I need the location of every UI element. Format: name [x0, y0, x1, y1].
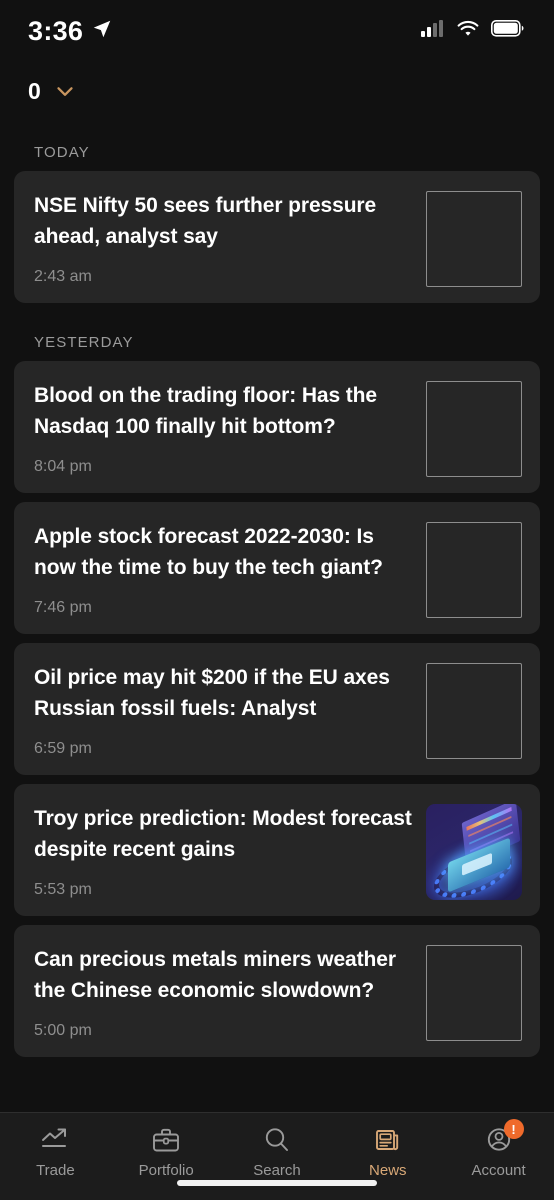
tab-label: Trade	[36, 1162, 75, 1179]
news-card-body: Can precious metals miners weather the C…	[34, 945, 412, 1040]
news-card-body: NSE Nifty 50 sees further pressure ahead…	[34, 191, 412, 286]
news-thumbnail-placeholder	[426, 381, 522, 477]
news-card[interactable]: Oil price may hit $200 if the EU axes Ru…	[14, 643, 540, 775]
news-thumbnail-placeholder	[426, 945, 522, 1041]
account-alert-badge: !	[503, 1119, 524, 1139]
tab-portfolio[interactable]: Portfolio	[111, 1125, 222, 1179]
news-timestamp: 6:59 pm	[34, 739, 92, 757]
news-title: Blood on the trading floor: Has the Nasd…	[34, 384, 377, 438]
newspaper-icon	[372, 1125, 404, 1155]
home-indicator[interactable]	[177, 1180, 377, 1186]
news-thumbnail-placeholder	[426, 522, 522, 618]
status-bar-left: 3:36	[28, 16, 113, 47]
battery-icon	[491, 20, 524, 42]
app-screen: 3:36 0 TODAY NSE Nifty 50 sees further p…	[0, 0, 554, 1200]
news-timestamp: 7:46 pm	[34, 598, 92, 616]
chevron-down-icon[interactable]	[52, 78, 78, 104]
news-card[interactable]: Can precious metals miners weather the C…	[14, 925, 540, 1057]
tab-label: News	[369, 1162, 407, 1179]
news-card-body: Troy price prediction: Modest forecast d…	[34, 804, 412, 899]
tab-label: Portfolio	[138, 1162, 194, 1179]
news-timestamp: 5:53 pm	[34, 880, 92, 898]
news-title: Apple stock forecast 2022-2030: Is now t…	[34, 525, 383, 579]
section-label-yesterday: YESTERDAY	[34, 334, 134, 351]
user-circle-icon: !	[483, 1119, 524, 1155]
location-arrow-icon	[91, 18, 113, 45]
tab-label: Account	[471, 1162, 526, 1179]
news-timestamp: 8:04 pm	[34, 457, 92, 475]
tab-trade[interactable]: Trade	[0, 1125, 111, 1179]
news-card[interactable]: Troy price prediction: Modest forecast d…	[14, 784, 540, 916]
news-title: Oil price may hit $200 if the EU axes Ru…	[34, 666, 390, 720]
trending-up-icon	[39, 1125, 71, 1155]
briefcase-icon	[150, 1125, 182, 1155]
news-title: Can precious metals miners weather the C…	[34, 948, 396, 1002]
section-label-today: TODAY	[34, 144, 90, 161]
news-title: NSE Nifty 50 sees further pressure ahead…	[34, 194, 377, 248]
news-thumbnail-image	[426, 804, 522, 900]
wifi-icon	[456, 20, 480, 43]
news-timestamp: 2:43 am	[34, 267, 92, 285]
status-bar-right	[421, 19, 524, 43]
tab-label: Search	[253, 1162, 301, 1179]
news-card[interactable]: NSE Nifty 50 sees further pressure ahead…	[14, 171, 540, 303]
tab-search[interactable]: Search	[222, 1125, 333, 1179]
portfolio-count-dropdown[interactable]: 0	[28, 78, 78, 105]
news-list[interactable]: TODAY NSE Nifty 50 sees further pressure…	[0, 120, 554, 1112]
portfolio-count: 0	[28, 77, 41, 104]
tab-news[interactable]: News	[332, 1125, 443, 1179]
news-title: Troy price prediction: Modest forecast d…	[34, 807, 412, 861]
status-bar: 3:36	[0, 0, 554, 62]
header-bar: 0	[0, 62, 554, 120]
status-time: 3:36	[28, 15, 84, 46]
news-thumbnail-placeholder	[426, 663, 522, 759]
search-icon	[261, 1125, 293, 1155]
bottom-tab-bar: Trade Portfolio Search News ! Account	[0, 1112, 554, 1200]
news-card-body: Apple stock forecast 2022-2030: Is now t…	[34, 522, 412, 617]
news-card-body: Blood on the trading floor: Has the Nasd…	[34, 381, 412, 476]
news-card[interactable]: Apple stock forecast 2022-2030: Is now t…	[14, 502, 540, 634]
tab-account[interactable]: ! Account	[443, 1119, 554, 1179]
news-card-body: Oil price may hit $200 if the EU axes Ru…	[34, 663, 412, 758]
news-thumbnail-placeholder	[426, 191, 522, 287]
news-timestamp: 5:00 pm	[34, 1021, 92, 1039]
cellular-signal-icon	[421, 19, 445, 43]
news-card[interactable]: Blood on the trading floor: Has the Nasd…	[14, 361, 540, 493]
